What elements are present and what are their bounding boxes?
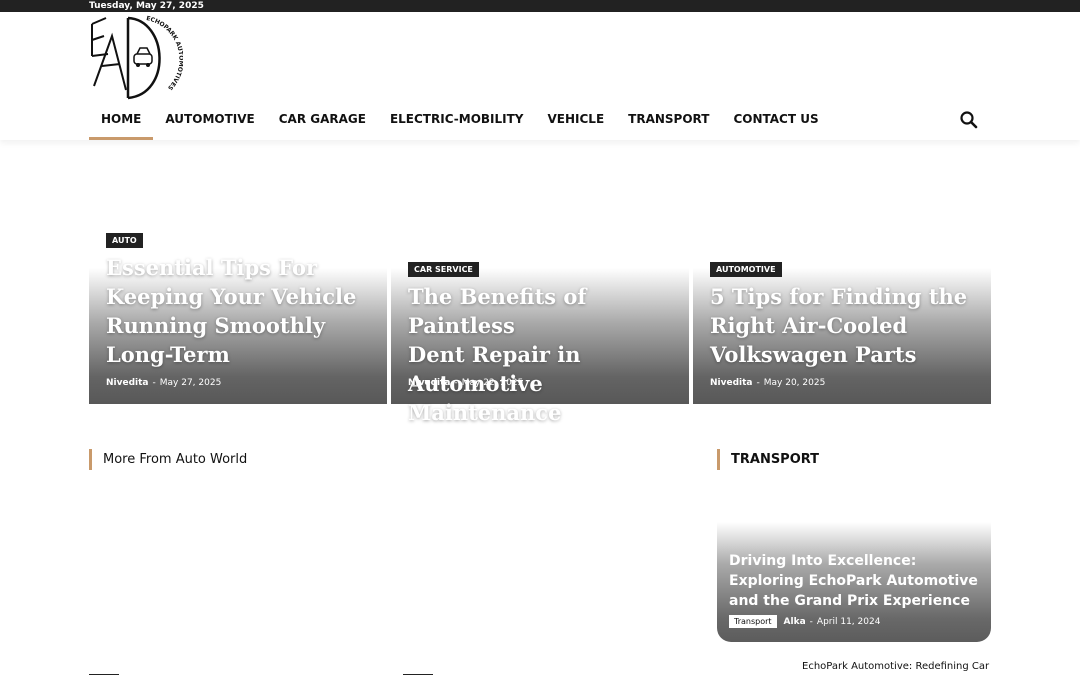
post-author[interactable]: Nivedita xyxy=(408,378,451,388)
logo-mark: ECHOPARK AUTOMOTIVES xyxy=(91,15,184,100)
svg-text:ECHOPARK AUTOMOTIVES: ECHOPARK AUTOMOTIVES xyxy=(146,15,183,91)
site-logo[interactable]: ECHOPARK AUTOMOTIVES xyxy=(88,14,184,102)
title-line: Essential Tips For xyxy=(106,255,318,280)
nav-item-car-garage[interactable]: CAR GARAGE xyxy=(267,108,378,140)
nav-item-automotive[interactable]: AUTOMOTIVE xyxy=(153,108,266,140)
title-line: Long-Term xyxy=(106,342,230,367)
category-tag[interactable]: CAR SERVICE xyxy=(408,262,479,277)
post-author[interactable]: Nivedita xyxy=(710,378,753,388)
nav-item-contact-us[interactable]: CONTACT US xyxy=(721,108,830,140)
featured-post-card[interactable]: AUTO Essential Tips For Keeping Your Veh… xyxy=(89,233,387,404)
featured-post-title[interactable]: 5 Tips for Finding the Right Air-Cooled … xyxy=(710,282,967,369)
transport-post-title[interactable]: Driving Into Excellence: Exploring EchoP… xyxy=(729,551,985,611)
title-line: 5 Tips for Finding the xyxy=(710,284,968,309)
meta-separator: - xyxy=(152,378,156,388)
meta-separator: - xyxy=(454,378,458,388)
nav-item-transport[interactable]: TRANSPORT xyxy=(616,108,721,140)
post-date: May 20, 2025 xyxy=(763,378,826,388)
meta-separator: - xyxy=(809,616,813,627)
featured-post-card[interactable]: CAR SERVICE The Benefits of Paintless De… xyxy=(391,262,689,425)
main-nav: HOME AUTOMOTIVE CAR GARAGE ELECTRIC-MOBI… xyxy=(89,108,831,140)
featured-post-card[interactable]: AUTOMOTIVE 5 Tips for Finding the Right … xyxy=(693,262,991,404)
meta-separator: - xyxy=(756,378,760,388)
nav-item-vehicle[interactable]: VEHICLE xyxy=(536,108,617,140)
featured-post-title[interactable]: Essential Tips For Keeping Your Vehicle … xyxy=(106,253,356,369)
post-date: May 27, 2025 xyxy=(159,378,222,388)
post-meta: Nivedita - May 20, 2025 xyxy=(710,378,825,388)
top-bar: Tuesday, May 27, 2025 xyxy=(0,0,1080,12)
nav-item-home[interactable]: HOME xyxy=(89,108,154,140)
post-date: May 22, 2025 xyxy=(461,378,524,388)
title-line: Running Smoothly xyxy=(106,313,326,338)
category-tag[interactable]: Transport xyxy=(729,615,777,628)
title-line: Volkswagen Parts xyxy=(710,342,917,367)
title-line: Right Air-Cooled xyxy=(710,313,908,338)
category-tag[interactable]: AUTO xyxy=(106,233,143,248)
post-meta: Transport Alka - April 11, 2024 xyxy=(729,615,880,628)
title-line: The Benefits of Paintless xyxy=(408,284,587,338)
search-button[interactable] xyxy=(958,109,980,131)
category-tag[interactable]: AUTOMOTIVE xyxy=(710,262,782,277)
post-link[interactable]: EchoPark Automotive: Redefining Car xyxy=(802,661,989,672)
post-author[interactable]: Nivedita xyxy=(106,378,149,388)
section-heading-more: More From Auto World xyxy=(89,449,247,470)
search-icon xyxy=(960,111,978,129)
section-heading-transport: TRANSPORT xyxy=(717,449,819,470)
post-meta: Nivedita - May 27, 2025 xyxy=(106,378,221,388)
post-meta: Nivedita - May 22, 2025 xyxy=(408,378,523,388)
nav-item-electric-mobility[interactable]: ELECTRIC-MOBILITY xyxy=(378,108,536,140)
title-line: Dent Repair in xyxy=(408,342,581,367)
post-author[interactable]: Alka xyxy=(784,617,806,627)
featured-post-title[interactable]: The Benefits of Paintless Dent Repair in… xyxy=(408,282,689,427)
transport-post-card[interactable]: Driving Into Excellence: Exploring EchoP… xyxy=(717,522,991,642)
post-date: April 11, 2024 xyxy=(816,616,881,627)
site-header: ECHOPARK AUTOMOTIVES HOME AUTOMOTIVE CAR… xyxy=(0,12,1080,140)
title-line: Keeping Your Vehicle xyxy=(106,284,357,309)
current-date: Tuesday, May 27, 2025 xyxy=(89,1,204,11)
